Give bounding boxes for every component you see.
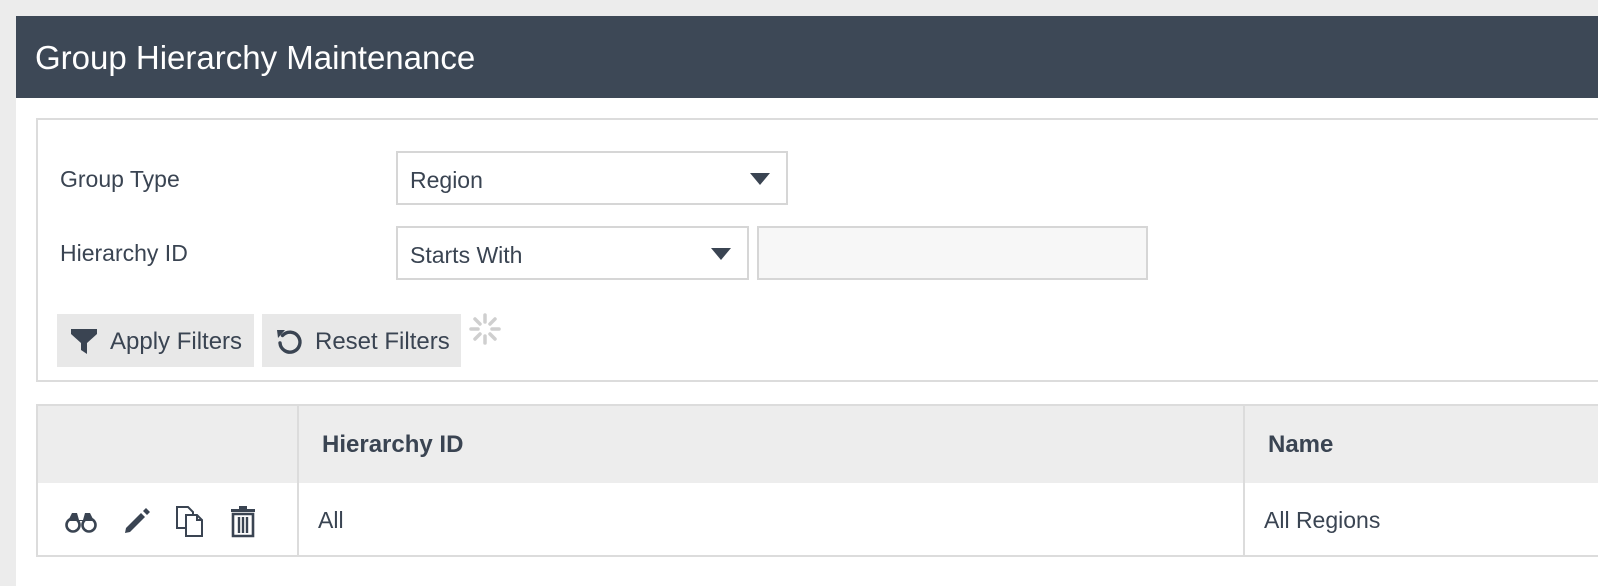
column-divider [1243, 406, 1245, 555]
loading-spinner-icon [469, 313, 501, 345]
reset-icon [277, 330, 302, 354]
filter-panel: Group Type Region Hierarchy ID Starts Wi… [36, 118, 1598, 382]
hierarchy-id-operator-select[interactable]: Starts With [396, 226, 749, 280]
cell-name: All Regions [1264, 507, 1381, 533]
pencil-icon[interactable] [120, 504, 154, 538]
binoculars-icon[interactable] [64, 504, 98, 538]
page: Group Hierarchy Maintenance Group Type R… [16, 16, 1598, 586]
page-title: Group Hierarchy Maintenance [35, 39, 476, 76]
chevron-down-icon [750, 173, 770, 185]
apply-filters-button[interactable]: Apply Filters [57, 314, 254, 367]
hierarchy-id-label: Hierarchy ID [60, 240, 188, 266]
grid-header: Hierarchy ID Name [38, 406, 1598, 483]
group-type-selected-value: Region [410, 167, 483, 193]
reset-filters-button[interactable]: Reset Filters [262, 314, 461, 367]
reset-filters-label: Reset Filters [315, 328, 450, 355]
group-type-label: Group Type [60, 166, 180, 192]
apply-filters-label: Apply Filters [110, 328, 243, 355]
copy-icon[interactable] [173, 504, 207, 538]
chevron-down-icon [711, 248, 731, 260]
hierarchy-id-input[interactable] [757, 226, 1148, 280]
column-header-hierarchy-id[interactable]: Hierarchy ID [322, 431, 463, 459]
filter-icon [71, 329, 97, 354]
trash-icon[interactable] [226, 504, 260, 538]
cell-hierarchy-id: All [318, 507, 344, 533]
column-divider [297, 406, 299, 555]
hierarchy-id-operator-value: Starts With [410, 242, 523, 268]
group-type-select[interactable]: Region [396, 151, 788, 205]
results-grid: Hierarchy ID Name All All Regions [36, 404, 1598, 557]
column-header-name[interactable]: Name [1268, 431, 1333, 459]
title-bar: Group Hierarchy Maintenance [16, 16, 1598, 98]
